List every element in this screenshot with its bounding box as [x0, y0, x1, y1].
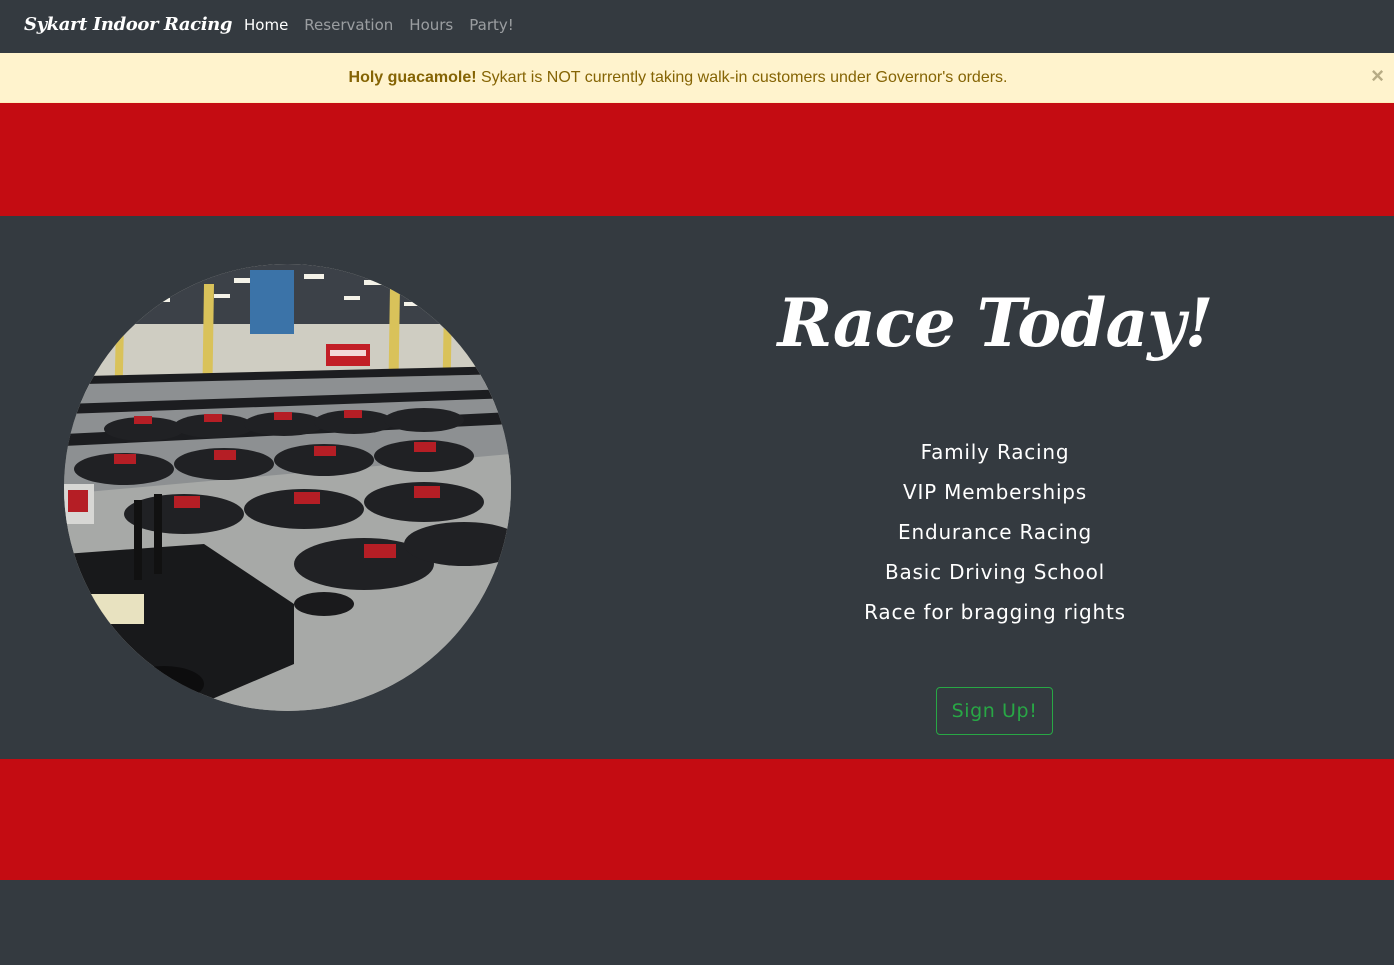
features-list: Family Racing VIP Memberships Endurance … [700, 438, 1290, 638]
brand-logo[interactable]: Sykart Indoor Racing [24, 14, 232, 35]
feature-item: VIP Memberships [902, 480, 1088, 504]
feature-item: Basic Driving School [884, 560, 1105, 584]
go-kart-track-image [64, 264, 511, 711]
top-red-band [0, 103, 1394, 216]
sign-up-button[interactable]: Sign Up! [936, 687, 1053, 735]
alert-text: Holy guacamole! Sykart is NOT currently … [0, 69, 1356, 87]
nav-party[interactable]: Party! [469, 16, 514, 34]
hero-title: Race Today! [777, 284, 1213, 362]
hero-section: Race Today! Family Racing VIP Membership… [0, 216, 1394, 759]
nav-home[interactable]: Home [244, 16, 288, 34]
warning-alert: Holy guacamole! Sykart is NOT currently … [0, 53, 1394, 103]
navbar: Sykart Indoor Racing Home Reservation Ho… [0, 0, 1394, 53]
feature-item: Endurance Racing [898, 520, 1092, 544]
feature-item: Family Racing [920, 440, 1070, 464]
nav-reservation[interactable]: Reservation [304, 16, 393, 34]
close-icon[interactable]: × [1371, 65, 1384, 87]
nav-links: Home Reservation Hours Party! [244, 16, 514, 34]
alert-heading: Holy guacamole! [348, 69, 477, 86]
bottom-red-band [0, 759, 1394, 880]
feature-item: Race for bragging rights [864, 600, 1126, 624]
nav-hours[interactable]: Hours [409, 16, 453, 34]
alert-message: Sykart is NOT currently taking walk-in c… [476, 69, 1008, 86]
go-kart-track-photo [64, 264, 511, 711]
